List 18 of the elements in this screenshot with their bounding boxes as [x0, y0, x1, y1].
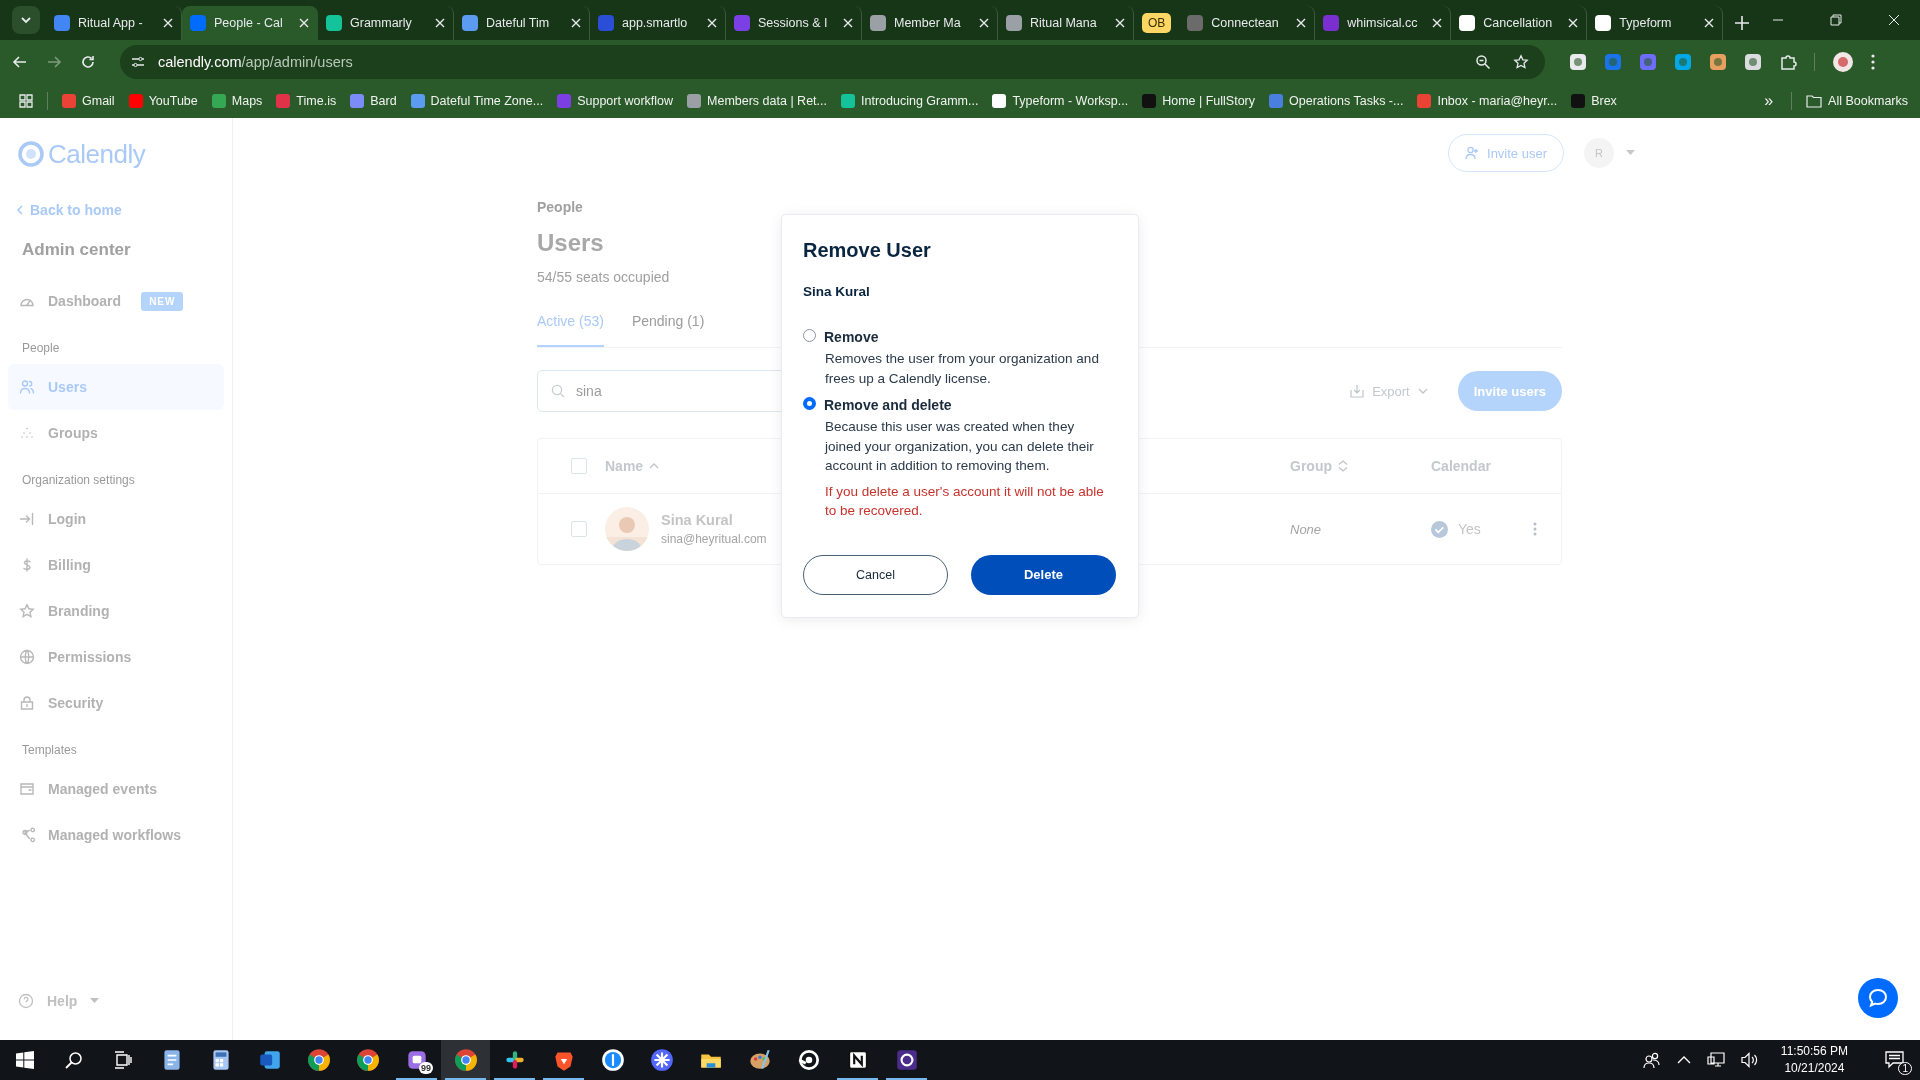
user-email: sina@heyritual.com: [661, 532, 767, 546]
section-label: Organization settings: [21, 472, 136, 489]
table-cell: Yes: [1431, 520, 1527, 538]
section-label: People: [21, 340, 61, 357]
section-label: Templates: [21, 742, 78, 759]
option-description: Because this user was created when they joined your organization, you can delete their account in addition to removing them.: [823, 418, 1095, 475]
table-cell-text: None: [1290, 521, 1323, 537]
user-name: Sina Kural: [661, 512, 734, 528]
sidebar-heading: Admin center: [21, 240, 132, 261]
dialog-title: Remove User: [803, 239, 932, 262]
warning-text: If you delete a user's account it will not be able to be recovered.: [824, 482, 1105, 520]
logo-text: Calendly: [48, 138, 146, 170]
seats-text: 54/55 seats occupied: [537, 269, 670, 285]
page-title: Users: [537, 229, 604, 257]
new-badge: NEW: [141, 291, 184, 311]
user-name: Sina Kural: [803, 284, 871, 299]
url-text: calendly.com/app/admin/users: [158, 54, 354, 70]
breadcrumb: People: [537, 199, 583, 215]
